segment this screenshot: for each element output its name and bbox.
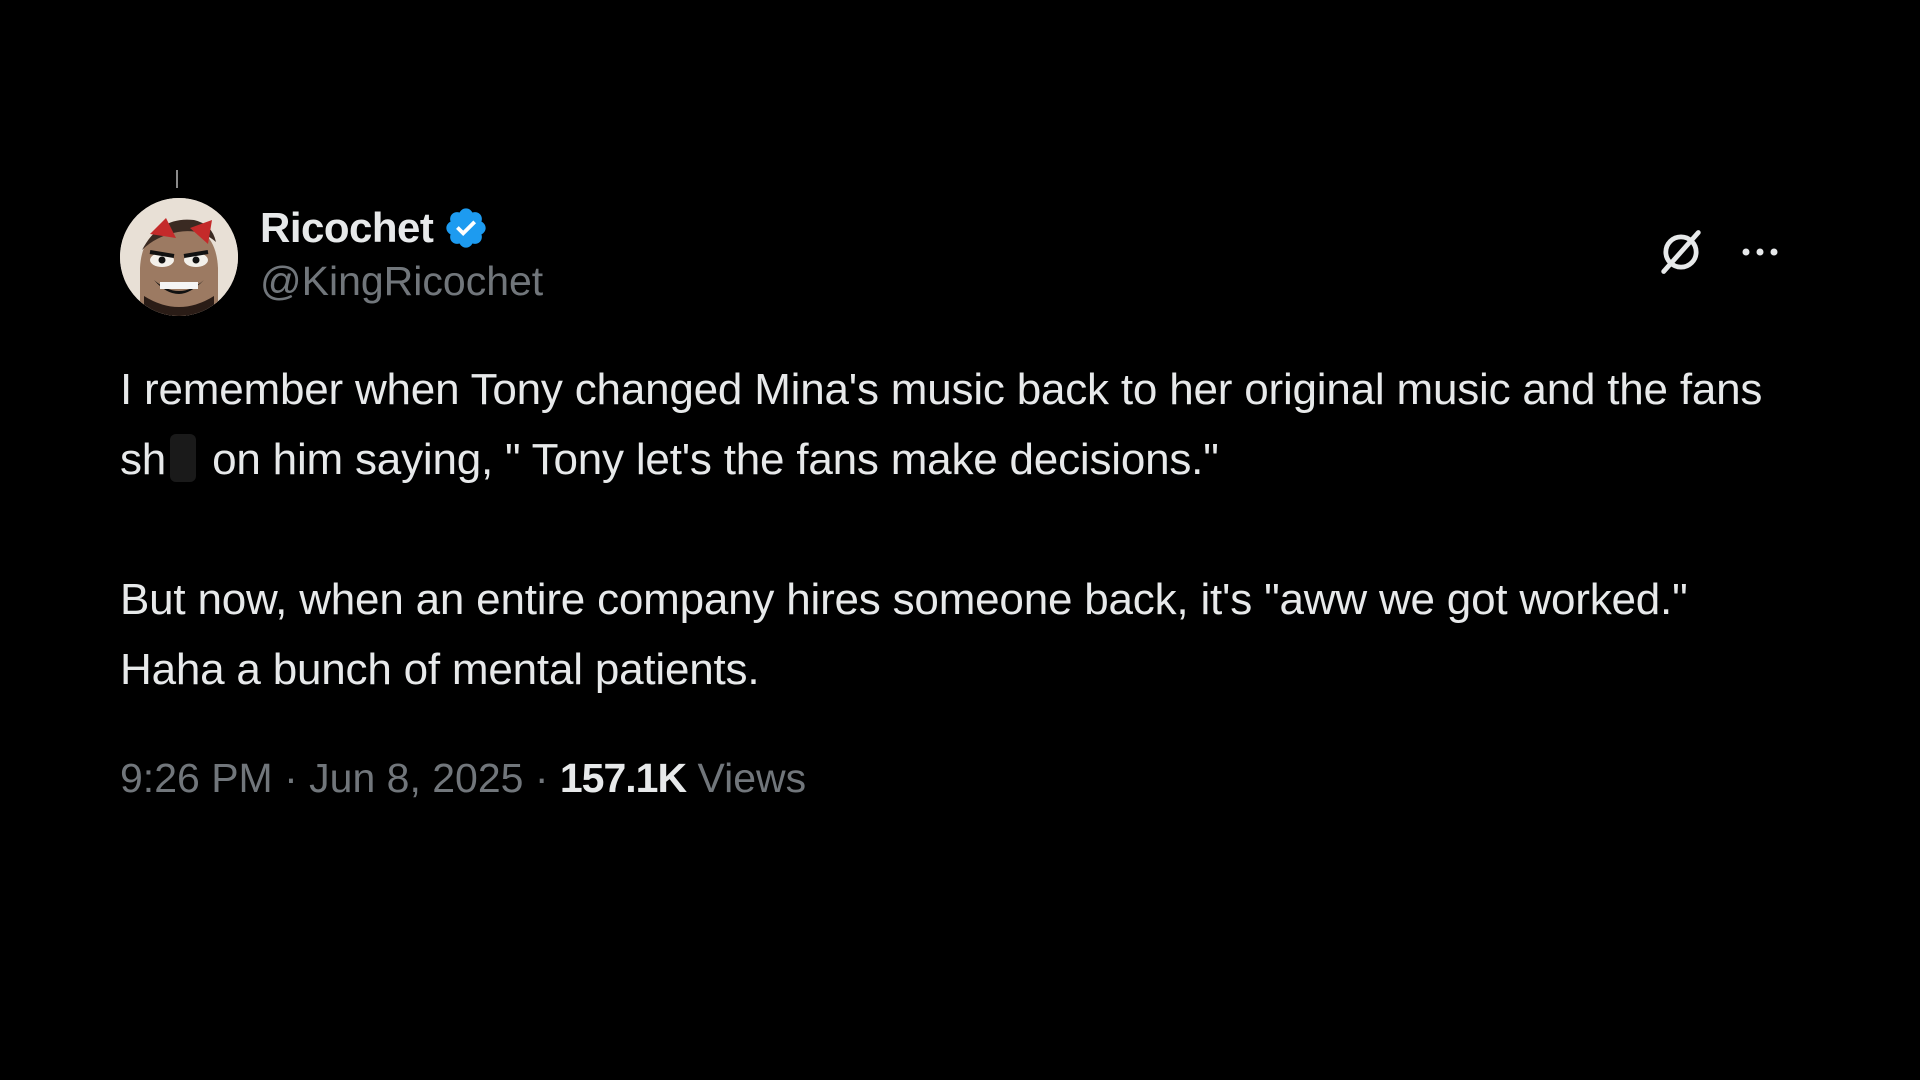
author-display-name[interactable]: Ricochet (260, 204, 434, 252)
tweet-paragraph-1: I remember when Tony changed Mina's musi… (120, 355, 1785, 495)
thread-connector (176, 170, 178, 188)
grok-icon[interactable] (1655, 226, 1707, 278)
tweet-text: I remember when Tony changed Mina's musi… (120, 355, 1785, 705)
tweet-date[interactable]: Jun 8, 2025 (309, 755, 523, 801)
author-handle[interactable]: @KingRicochet (260, 258, 543, 305)
avatar[interactable] (120, 198, 238, 316)
censor-mark (170, 434, 197, 482)
meta-separator: · (272, 755, 310, 801)
tweet-card: Ricochet @KingRicochet I remember when T… (120, 170, 1785, 830)
author-name-row: Ricochet (260, 202, 543, 254)
author-info: Ricochet @KingRicochet (260, 202, 543, 305)
tweet-meta: 9:26 PM · Jun 8, 2025 · 157.1K Views (120, 755, 806, 802)
more-icon[interactable] (1736, 236, 1784, 268)
tweet-time[interactable]: 9:26 PM (120, 755, 273, 801)
views-count[interactable]: 157.1K (560, 755, 687, 801)
tweet-paragraph-1-end: on him saying, " Tony let's the fans mak… (200, 435, 1219, 484)
tweet-header: Ricochet @KingRicochet (120, 198, 1785, 318)
views-label: Views (697, 755, 807, 801)
tweet-paragraph-2: But now, when an entire company hires so… (120, 575, 1688, 694)
verified-badge-icon[interactable] (443, 205, 489, 251)
meta-separator-2: · (523, 755, 560, 801)
